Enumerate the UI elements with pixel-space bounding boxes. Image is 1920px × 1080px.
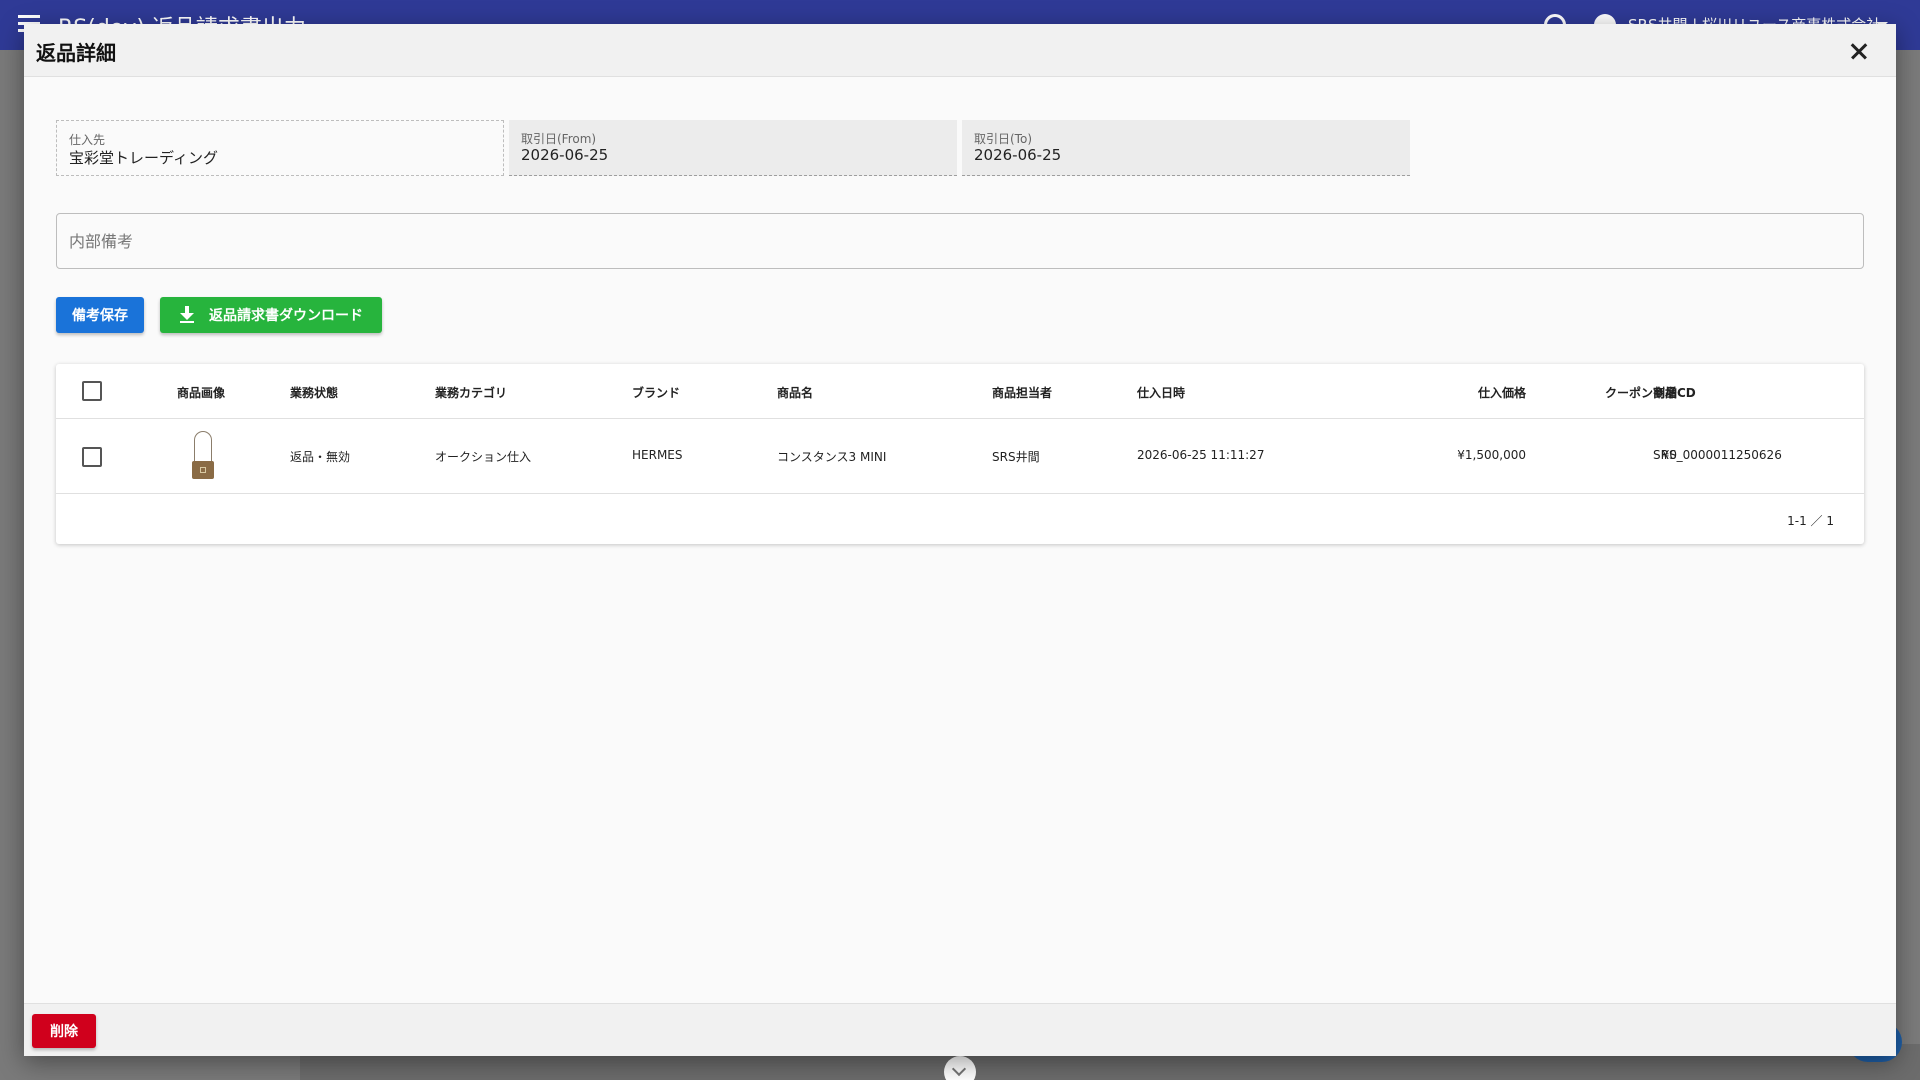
date-from-label: 取引日(From) <box>521 132 597 146</box>
cell-category: オークション仕入 <box>435 450 532 464</box>
header-brand: ブランド <box>632 386 681 400</box>
save-memo-label: 備考保存 <box>72 308 128 324</box>
supplier-field[interactable]: 仕入先 宝彩堂トレーディング <box>56 120 504 176</box>
supplier-label: 仕入先 <box>69 133 106 147</box>
delete-label: 削除 <box>50 1024 78 1040</box>
supplier-value: 宝彩堂トレーディング <box>69 149 218 167</box>
download-invoice-button[interactable]: 返品請求書ダウンロード <box>160 297 382 333</box>
header-product-name: 商品名 <box>777 386 814 400</box>
date-to-field[interactable]: 取引日(To) 2026-06-25 <box>962 120 1410 176</box>
select-all-checkbox[interactable] <box>82 381 102 401</box>
internal-memo-input[interactable] <box>57 214 1863 268</box>
cell-price: ¥1,500,000 <box>1457 448 1526 462</box>
delete-button[interactable]: 削除 <box>32 1014 96 1048</box>
table-row[interactable]: 返品・無効 オークション仕入 HERMES コンスタンス3 MINI SRS井間… <box>56 419 1864 494</box>
table-header: 商品画像 業務状態 業務カテゴリ ブランド 商品名 商品担当者 仕入日時 仕入価… <box>56 364 1864 419</box>
header-category: 業務カテゴリ <box>435 386 508 400</box>
row-checkbox[interactable] <box>82 447 102 467</box>
date-to-value: 2026-06-25 <box>974 146 1062 164</box>
header-image: 商品画像 <box>177 386 226 400</box>
dialog-header: 返品詳細 <box>24 24 1896 77</box>
cell-brand: HERMES <box>632 448 683 462</box>
date-from-field[interactable]: 取引日(From) 2026-06-25 <box>509 120 957 176</box>
scroll-down-button[interactable] <box>944 1056 976 1080</box>
download-icon <box>179 306 195 324</box>
dialog-title: 返品詳細 <box>36 41 116 65</box>
header-staff: 商品担当者 <box>992 386 1053 400</box>
header-product-cd: 商品CD <box>1653 386 1696 400</box>
return-items-table: 商品画像 業務状態 業務カテゴリ ブランド 商品名 商品担当者 仕入日時 仕入価… <box>56 364 1864 544</box>
header-purchase-datetime: 仕入日時 <box>1137 386 1186 400</box>
header-price: 仕入価格 <box>1477 386 1526 400</box>
internal-memo-field <box>56 213 1864 269</box>
dialog-footer: 削除 <box>24 1003 1896 1056</box>
cell-purchase-datetime: 2026-06-25 11:11:27 <box>1137 448 1265 462</box>
cell-product-cd: SRS_0000011250626 <box>1653 448 1782 462</box>
save-memo-button[interactable]: 備考保存 <box>56 297 144 333</box>
date-to-label: 取引日(To) <box>974 132 1032 146</box>
cell-product-name: コンスタンス3 MINI <box>777 450 887 464</box>
cell-staff: SRS井間 <box>992 450 1040 464</box>
download-invoice-label: 返品請求書ダウンロード <box>209 308 363 324</box>
return-detail-dialog: 返品詳細 仕入先 宝彩堂トレーディング 取引日(From) 2026-06-25… <box>24 24 1896 1056</box>
cell-status: 返品・無効 <box>290 450 351 464</box>
close-icon[interactable] <box>1844 36 1874 66</box>
date-from-value: 2026-06-25 <box>521 146 609 164</box>
handbag-icon <box>189 431 217 481</box>
header-status: 業務状態 <box>290 386 339 400</box>
pagination-info: 1-1 ／ 1 <box>1787 514 1834 528</box>
